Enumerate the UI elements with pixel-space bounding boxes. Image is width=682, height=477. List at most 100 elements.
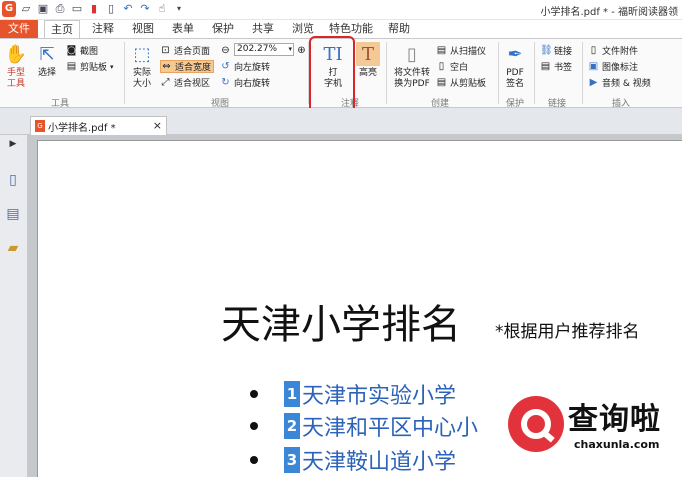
fit-page-icon: ⊡ xyxy=(161,45,170,56)
hand-icon: ✋ xyxy=(4,43,28,65)
pdf-file-icon: G xyxy=(35,120,45,132)
print-icon[interactable]: ⎙ xyxy=(53,1,67,17)
zoom-select[interactable]: 202.27% ▾ xyxy=(234,43,294,56)
tab-home[interactable]: 主页 xyxy=(44,20,80,38)
divider xyxy=(386,42,387,104)
actual-size-icon: ⬚ xyxy=(133,43,151,65)
clipboard-label: 剪贴板 xyxy=(80,63,108,73)
blank-button[interactable]: ▯ 空白 xyxy=(436,60,468,73)
audio-video-button[interactable]: ▶ 音频 & 视频 xyxy=(588,76,651,89)
title-bar: G ▱ ▣ ⎙ ▭ ▮ ▯ ↶ ↷ ☝ ▾ 小学排名.pdf * - 福昕阅读器… xyxy=(0,0,682,20)
window-icon[interactable]: ▭ xyxy=(70,1,84,17)
document-icon: ▯ xyxy=(407,43,417,65)
bullet xyxy=(250,456,258,464)
clipboard-icon: ▤ xyxy=(436,77,447,88)
heading-note: *根据用户推荐排名 xyxy=(495,322,640,342)
pdf-sign-button[interactable]: ✒ PDF 签名 xyxy=(502,42,528,90)
tab-share[interactable]: 共享 xyxy=(246,20,280,38)
zoom-value: 202.27% xyxy=(237,44,278,54)
attachment-icon: ▯ xyxy=(590,45,597,56)
fit-width-button[interactable]: ⇔ 适合宽度 xyxy=(160,60,215,73)
chevron-down-icon: ▾ xyxy=(110,62,114,71)
tab-view[interactable]: 视图 xyxy=(126,20,160,38)
tab-form[interactable]: 表单 xyxy=(166,20,200,38)
comments-icon[interactable]: ▰ xyxy=(4,239,22,257)
tab-file[interactable]: 文件 xyxy=(0,20,38,38)
chevron-down-icon: ▾ xyxy=(288,45,292,53)
from-clipboard-button[interactable]: ▤ 从剪贴板 xyxy=(436,76,486,89)
pdf-sign-label: PDF 签名 xyxy=(505,68,524,89)
watermark-url: chaxunla.com xyxy=(574,438,660,451)
fit-page-button[interactable]: ⊡ 适合页面 xyxy=(160,44,210,57)
hand-icon[interactable]: ☝ xyxy=(155,1,169,17)
actual-size-button[interactable]: ⬚ 实际 大小 xyxy=(128,42,156,90)
screenshot-button[interactable]: ◙ 截图 xyxy=(66,44,98,57)
rotate-left-icon: ↺ xyxy=(221,61,230,72)
file-attachment-label: 文件附件 xyxy=(602,47,639,57)
window-title: 小学排名.pdf * - 福昕阅读器领 xyxy=(540,7,678,18)
image-icon: ▣ xyxy=(588,61,599,72)
document-tab[interactable]: G 小学排名.pdf * × xyxy=(30,116,167,135)
fit-page-label: 适合页面 xyxy=(174,47,211,57)
link-button[interactable]: ⛓ 链接 xyxy=(540,44,572,57)
divider xyxy=(534,42,535,104)
fit-view-label: 适合视区 xyxy=(174,79,211,89)
tab-comment[interactable]: 注释 xyxy=(86,20,120,38)
divider xyxy=(498,42,499,104)
school-name: 天津和平区中心小 xyxy=(302,416,479,441)
divider xyxy=(124,42,125,104)
convert-to-pdf-button[interactable]: ▯ 将文件转 换为PDF xyxy=(390,42,434,90)
select-button[interactable]: ⇱ 选择 xyxy=(34,42,60,79)
bookmark-button[interactable]: ▤ 书签 xyxy=(540,60,572,73)
signature-pen-icon: ✒ xyxy=(507,43,523,65)
open-icon[interactable]: ▱ xyxy=(19,1,33,17)
fit-view-icon: ⤢ xyxy=(161,77,170,88)
rotate-right-button[interactable]: ↻ 向右旋转 xyxy=(220,76,270,89)
document-tab-bar: G 小学排名.pdf * × xyxy=(0,108,682,135)
image-annotation-button[interactable]: ▣ 图像标注 xyxy=(588,60,638,73)
zoom-in-icon: ⊕ xyxy=(297,45,306,56)
dropdown-icon[interactable]: ▾ xyxy=(172,1,186,17)
zoom-in-button[interactable]: ⊕ xyxy=(296,44,307,57)
clipboard-button[interactable]: ▤ 剪贴板 ▾ xyxy=(66,60,114,73)
layers-icon[interactable]: ▤ xyxy=(4,205,22,223)
screenshot-label: 截图 xyxy=(80,47,99,57)
rotate-left-label: 向左旋转 xyxy=(234,63,271,73)
school-name: 天津市实验小学 xyxy=(302,384,457,409)
file-attachment-button[interactable]: ▯ 文件附件 xyxy=(588,44,638,57)
zoom-out-button[interactable]: ⊖ xyxy=(220,44,231,57)
link-icon: ⛓ xyxy=(540,45,553,56)
tab-protect[interactable]: 保护 xyxy=(206,20,240,38)
document-tab-label: 小学排名.pdf * xyxy=(48,122,116,134)
save-icon[interactable]: ▣ xyxy=(36,1,50,17)
rotate-left-button[interactable]: ↺ 向左旋转 xyxy=(220,60,270,73)
watermark: 查询啦 chaxunla.com xyxy=(504,394,674,464)
expand-arrow-icon[interactable]: ▶ xyxy=(4,135,22,153)
page-thumbnail-icon[interactable]: ▯ xyxy=(4,171,22,189)
fit-view-button[interactable]: ⤢ 适合视区 xyxy=(160,76,211,89)
image-annotation-label: 图像标注 xyxy=(602,63,639,73)
cursor-icon: ⇱ xyxy=(39,43,55,65)
hand-tool-label: 手型 工具 xyxy=(6,68,25,89)
new-icon[interactable]: ▯ xyxy=(104,1,118,17)
from-scanner-button[interactable]: ▤ 从扫描仪 xyxy=(436,44,486,57)
from-scanner-label: 从扫描仪 xyxy=(450,47,487,57)
highlight-icon: T xyxy=(356,42,380,66)
list-number: 2 xyxy=(284,413,300,439)
highlight-button[interactable]: T 高亮 xyxy=(354,42,382,79)
undo-icon[interactable]: ↶ xyxy=(121,1,135,17)
blank-page-icon: ▯ xyxy=(438,61,445,72)
close-icon[interactable]: × xyxy=(153,119,162,132)
highlight-annotation-box xyxy=(309,36,355,114)
bullet xyxy=(250,390,258,398)
rotate-right-icon: ↻ xyxy=(221,77,230,88)
redo-icon[interactable]: ↷ xyxy=(138,1,152,17)
left-sidebar: ▶ ▯ ▤ ▰ xyxy=(0,135,28,477)
hand-tool-button[interactable]: ✋ 手型 工具 xyxy=(2,42,30,90)
pdf-icon[interactable]: ▮ xyxy=(87,1,101,17)
tab-help[interactable]: 帮助 xyxy=(382,20,416,38)
foxit-logo-icon[interactable]: G xyxy=(2,1,16,17)
watermark-text: 查询啦 xyxy=(568,402,661,437)
actual-size-label: 实际 大小 xyxy=(132,68,151,89)
highlight-label: 高亮 xyxy=(358,68,377,78)
